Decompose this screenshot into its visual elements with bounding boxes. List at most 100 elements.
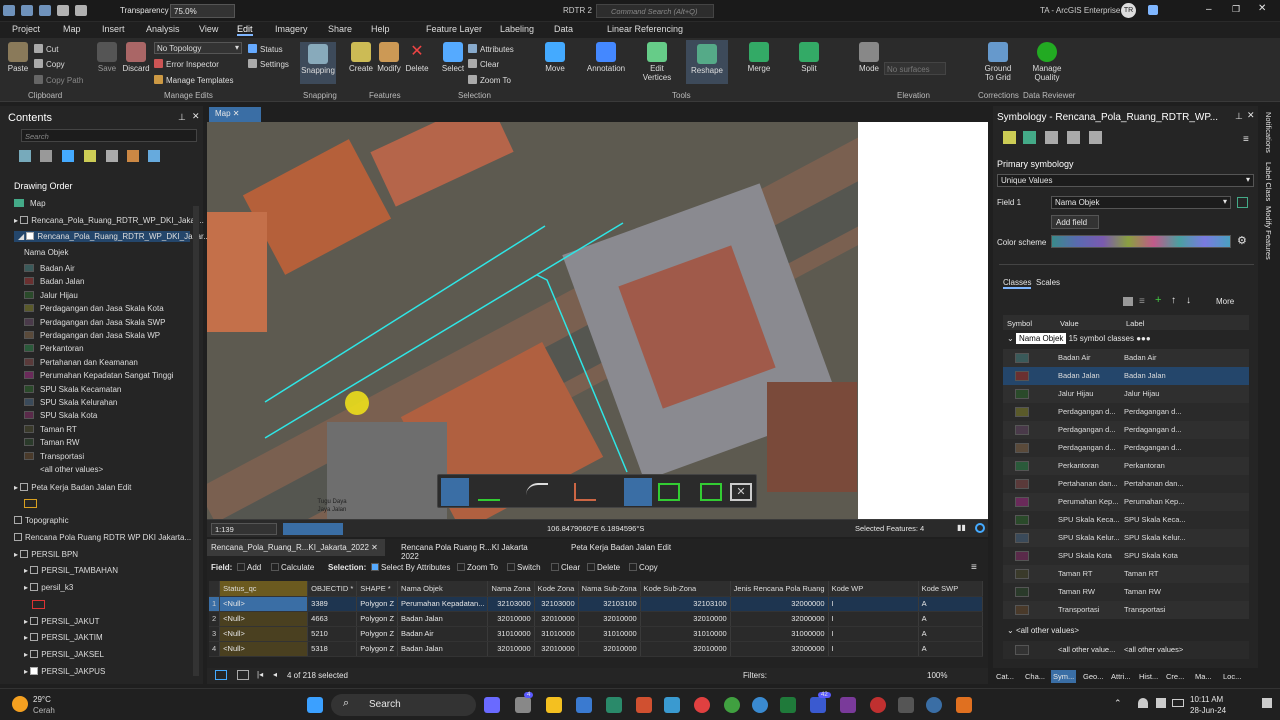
calculate-button[interactable]: Calculate	[271, 563, 314, 572]
table-row[interactable]: 3 <Null> 5210 Polygon Z Badan Air 31010000 310…	[209, 626, 983, 642]
table-cell[interactable]: 4663	[307, 611, 358, 627]
symbol-swatch[interactable]	[1015, 371, 1029, 381]
transparency-input[interactable]: 75.0%	[170, 4, 235, 18]
label-cell[interactable]: SPU Skala Kota	[1124, 551, 1178, 560]
filter-icon[interactable]	[1067, 131, 1080, 144]
table-cell[interactable]: Polygon Z	[356, 596, 399, 612]
table-cell[interactable]: 32000000	[730, 641, 829, 657]
ground-to-grid-button[interactable]: Ground To Grid	[980, 42, 1016, 82]
tab-feature-layer[interactable]: Feature Layer	[426, 24, 482, 34]
symbol-class-row[interactable]: Perdagangan d... Perdagangan d...	[1003, 421, 1249, 439]
maximize-icon[interactable]: ❐	[1232, 4, 1240, 15]
table-cell[interactable]: 4	[209, 641, 221, 657]
edge-icon[interactable]	[752, 697, 768, 713]
tab-map[interactable]: Map	[63, 24, 81, 34]
symbol-swatch[interactable]	[1015, 515, 1029, 525]
tab-insert[interactable]: Insert	[102, 24, 125, 34]
vary-symbology-icon[interactable]	[1023, 131, 1036, 144]
clock-date[interactable]: 28-Jun-24	[1190, 706, 1226, 715]
table-view-icon[interactable]	[215, 670, 227, 680]
new-project-icon[interactable]	[3, 5, 15, 16]
layer-topographic[interactable]: Topographic	[14, 516, 69, 525]
layer-persil-jaksel[interactable]: ▸ PERSIL_JAKSEL	[24, 650, 104, 659]
topology-dropdown[interactable]: No Topology ▾	[154, 42, 242, 54]
table-cell[interactable]: 32010000	[534, 611, 579, 627]
table-cell[interactable]: 32103100	[640, 596, 731, 612]
tray-chevron-icon[interactable]: ⌃	[1114, 698, 1122, 709]
finish-icon[interactable]	[700, 483, 722, 501]
label-cell[interactable]: Pertahanan dan...	[1124, 479, 1184, 488]
label-cell[interactable]: SPU Skala Keca...	[1124, 515, 1186, 524]
polygon-symbol-icon[interactable]	[24, 499, 37, 508]
symbology-method-dropdown[interactable]: Unique Values ▾	[997, 174, 1254, 187]
symbol-swatch[interactable]	[24, 438, 34, 447]
notification-icon[interactable]	[1262, 698, 1272, 708]
tab-labeling[interactable]: Labeling	[500, 24, 534, 34]
color-scheme-dropdown[interactable]	[1051, 235, 1231, 248]
other-values-row[interactable]: <all other value... <all other values>	[1003, 641, 1249, 659]
legend-class-item[interactable]: Perdagangan dan Jasa Skala WP	[24, 331, 160, 340]
windows-start-icon[interactable]	[307, 697, 323, 713]
primary-symbology-icon[interactable]	[1003, 131, 1016, 144]
manage-quality-button[interactable]: Manage Quality	[1028, 42, 1066, 82]
right-angle-tool-icon[interactable]	[574, 483, 596, 501]
legend-class-item[interactable]: SPU Skala Kota	[24, 411, 97, 420]
menu-icon[interactable]: ≡	[1243, 134, 1249, 145]
weather-desc[interactable]: Cerah	[33, 706, 55, 715]
road-edge-line[interactable]	[536, 274, 628, 473]
refresh-icon[interactable]	[975, 523, 985, 533]
symbol-swatch[interactable]	[24, 451, 34, 460]
tab-catalog[interactable]: Cat...	[996, 672, 1014, 681]
move-up-icon[interactable]: ↑	[1171, 295, 1176, 306]
layer-checkbox[interactable]	[30, 566, 39, 574]
cut-button[interactable]: Cut	[34, 44, 58, 54]
tab-scales[interactable]: Scales	[1036, 278, 1060, 287]
symbol-swatch[interactable]	[1015, 479, 1029, 489]
tab-notifications[interactable]: Notifications	[1264, 112, 1273, 153]
column-header[interactable]: Status_qc	[219, 581, 309, 597]
tab-edit[interactable]: Edit	[237, 24, 253, 36]
wifi-icon[interactable]	[1138, 698, 1148, 708]
select-features-icon[interactable]	[658, 483, 680, 501]
paste-button[interactable]: Paste	[6, 42, 30, 73]
symbol-class-row[interactable]: Perdagangan d... Perdagangan d...	[1003, 403, 1249, 421]
layer-rencana-1[interactable]: ▸ Rencana_Pola_Ruang_RDTR_WP_DKI_Jakar..…	[14, 216, 204, 225]
legend-class-item[interactable]: <all other values>	[24, 465, 103, 474]
layer-peta-kerja[interactable]: ▸ Peta Kerja Badan Jalan Edit	[14, 483, 131, 492]
legend-class-item[interactable]: Pertahanan dan Keamanan	[24, 357, 138, 367]
tab-label-class[interactable]: Label Class	[1264, 162, 1273, 201]
selected-features-count[interactable]: Selected Features: 4	[855, 524, 924, 533]
redo-icon[interactable]	[75, 5, 87, 16]
select-vertex-icon[interactable]	[624, 478, 652, 506]
app-icon[interactable]	[810, 697, 826, 713]
symbol-swatch[interactable]	[24, 290, 34, 299]
symbol-class-row[interactable]: SPU Skala Keca... SPU Skala Keca...	[1003, 511, 1249, 529]
delete-button[interactable]: ✕ Delete	[403, 42, 431, 73]
symbol-swatch[interactable]	[24, 304, 34, 313]
symbol-swatch[interactable]	[1015, 645, 1029, 655]
symbol-class-row[interactable]: Perkantoran Perkantoran	[1003, 457, 1249, 475]
command-search-input[interactable]: Command Search (Alt+Q)	[596, 4, 714, 18]
field1-dropdown[interactable]: Nama Objek ▾	[1051, 196, 1231, 209]
table-cell[interactable]: Badan Jalan	[397, 641, 489, 657]
minimize-icon[interactable]: –	[1206, 4, 1212, 15]
table-zoom[interactable]: 100%	[927, 671, 947, 680]
contents-scrollbar[interactable]	[193, 206, 199, 676]
layer-checkbox[interactable]	[30, 583, 39, 591]
symbol-swatch[interactable]	[24, 424, 34, 433]
chrome-icon[interactable]	[724, 697, 740, 713]
selected-view-icon[interactable]	[237, 670, 249, 680]
delete-selected-button[interactable]: Delete	[587, 563, 620, 572]
list-by-drawing-order-icon[interactable]	[19, 150, 31, 162]
label-cell[interactable]: Perkantoran	[1124, 461, 1165, 470]
label-cell[interactable]: Perdagangan d...	[1124, 443, 1182, 452]
layer-rencana-2[interactable]: ◢ Rencana_Pola_Ruang_RDTR_WP_DKI_Jakar..…	[14, 231, 210, 242]
table-cell[interactable]: 32010000	[640, 611, 731, 627]
tab-linear-referencing[interactable]: Linear Referencing	[607, 24, 683, 34]
map-view[interactable]: Tugu Daya Jaya Jalan ✕	[207, 122, 988, 519]
column-header[interactable]: Kode SWP	[918, 581, 983, 597]
table-cell[interactable]: 5318	[307, 641, 358, 657]
tab-history[interactable]: Hist...	[1139, 672, 1158, 681]
legend-class-item[interactable]: Badan Air	[24, 264, 75, 273]
layer-persil-jakut[interactable]: ▸ PERSIL_JAKUT	[24, 617, 100, 626]
